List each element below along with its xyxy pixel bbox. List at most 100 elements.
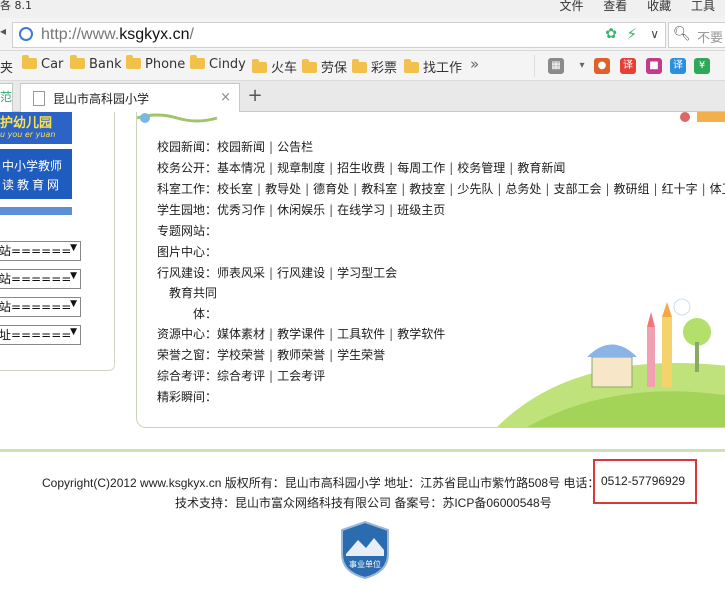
link-select-4[interactable]: 址====== ▼ (0, 325, 81, 345)
url-text[interactable]: http://www.ksgkyx.cn/ (41, 26, 194, 44)
nav-link[interactable]: 教师荣誉 (277, 348, 325, 362)
link-separator: | (269, 203, 274, 217)
toolbar-divider (534, 55, 535, 77)
back-arrow-icon[interactable]: ◂ (0, 24, 10, 44)
nav-link[interactable]: 教学软件 (397, 327, 445, 341)
nav-link[interactable]: 学生荣誉 (337, 348, 385, 362)
bookmark-fav[interactable]: 夹 (0, 57, 13, 76)
kindergarten-banner[interactable]: 护幼儿园 u you er yuan (0, 112, 72, 144)
nav-row-label: 学生园地： (157, 203, 218, 217)
nav-row: 精彩瞬间： (157, 388, 217, 405)
chevron-down-icon[interactable]: ∨ (650, 27, 659, 41)
teacher-education-banner[interactable]: 中小学教师 读教育网 (0, 149, 72, 199)
public-institution-badge[interactable]: 事业单位 (340, 520, 390, 580)
nav-link[interactable]: 基本情况 (217, 161, 265, 175)
page-content: 护幼儿园 u you er yuan 中小学教师 读教育网 站====== ▼ 站… (0, 112, 725, 594)
nav-row: 校务公开：基本情况 | 规章制度 | 招生收费 | 每周工作 | 校务管理 | 教育新闻 (157, 159, 565, 176)
search-icon[interactable]: 🔍︎ (673, 26, 691, 42)
link-separator: | (329, 203, 334, 217)
bookmarks-more-button[interactable]: » (470, 55, 479, 73)
folder-icon (352, 59, 367, 73)
link-select-1[interactable]: 站====== ▼ (0, 241, 81, 261)
nav-link[interactable]: 总务处 (505, 182, 541, 196)
bookmark-train[interactable]: 火车 (252, 57, 297, 76)
nav-link[interactable]: 教育新闻 (517, 161, 565, 175)
menu-item-view[interactable]: 查看 (603, 0, 627, 13)
bookmark-cindy[interactable]: Cindy (190, 55, 246, 72)
folder-icon (22, 55, 37, 69)
search-box[interactable]: 🔍︎ 不要 (668, 22, 725, 48)
nav-link[interactable]: 教技室 (409, 182, 445, 196)
nav-link[interactable]: 支部工会 (553, 182, 601, 196)
menu-items: 文件 查看 收藏 工具 (543, 0, 715, 14)
link-separator: | (653, 182, 658, 196)
nav-link[interactable]: 行风建设 (277, 266, 325, 280)
nav-link[interactable]: 体卫 (710, 182, 725, 196)
nav-link[interactable]: 少先队 (457, 182, 493, 196)
nav-row: 综合考评：综合考评 | 工会考评 (157, 367, 325, 384)
nav-row: 行风建设：师表风采 | 行风建设 | 学习型工会 (157, 264, 397, 281)
menu-item-favorites[interactable]: 收藏 (647, 0, 671, 13)
nav-link[interactable]: 招生收费 (337, 161, 385, 175)
nav-row-label: 荣誉之窗： (157, 348, 218, 362)
extension-green-icon[interactable]: ¥ (694, 58, 710, 74)
link-select-2[interactable]: 站====== ▼ (0, 269, 81, 289)
nav-link[interactable]: 教学课件 (277, 327, 325, 341)
link-separator: | (269, 348, 274, 362)
nav-link[interactable]: 每周工作 (397, 161, 445, 175)
page-icon (33, 91, 45, 106)
search-placeholder: 不要 (697, 31, 724, 46)
link-separator: | (545, 182, 550, 196)
tab-active[interactable]: 昆山市高科园小学 × (20, 83, 240, 113)
link-separator: | (389, 161, 394, 175)
tab-title: 昆山市高科园小学 (53, 92, 150, 106)
nav-link[interactable]: 红十字 (662, 182, 698, 196)
extension-purple-icon[interactable]: ■ (646, 58, 662, 74)
extension-blue-icon[interactable]: 译 (670, 58, 686, 74)
banner-strip[interactable] (0, 207, 72, 215)
extension-translate-icon[interactable]: 译 (620, 58, 636, 74)
link-separator: | (353, 182, 358, 196)
new-tab-button[interactable]: + (244, 86, 266, 106)
bookmark-lottery[interactable]: 彩票 (352, 57, 397, 76)
nav-link[interactable]: 教研组 (614, 182, 650, 196)
nav-link[interactable]: 校务管理 (457, 161, 505, 175)
nav-link[interactable]: 教导处 (265, 182, 301, 196)
bookmark-phone[interactable]: Phone (126, 55, 185, 72)
bookmark-jobs[interactable]: 找工作 (404, 57, 462, 76)
nav-link[interactable]: 学校荣誉 (217, 348, 265, 362)
extension-orange-icon[interactable]: ● (594, 58, 610, 74)
speed-mode-icon[interactable]: ⚡ (626, 25, 637, 43)
nav-link[interactable]: 休闲娱乐 (277, 203, 325, 217)
nav-link[interactable]: 师表风采 (217, 266, 265, 280)
nav-link[interactable]: 工具软件 (337, 327, 385, 341)
nav-link[interactable]: 校园新闻 (217, 140, 265, 154)
nav-link[interactable]: 在线学习 (337, 203, 385, 217)
link-separator: | (329, 266, 334, 280)
apps-grid-icon[interactable]: ▦ (548, 58, 564, 74)
bookmark-bank[interactable]: Bank (70, 55, 122, 72)
nav-link[interactable]: 校长室 (217, 182, 253, 196)
tab-previous[interactable]: 范 (0, 83, 13, 112)
menu-item-tools[interactable]: 工具 (691, 0, 715, 13)
nav-link[interactable]: 综合考评 (217, 369, 265, 383)
close-icon[interactable]: × (220, 90, 231, 105)
nav-link[interactable]: 优秀习作 (217, 203, 265, 217)
nav-link[interactable]: 班级主页 (397, 203, 445, 217)
dropdown-icon[interactable]: ▾ (574, 58, 590, 74)
nav-link[interactable]: 公告栏 (277, 140, 313, 154)
nav-link[interactable]: 学习型工会 (337, 266, 397, 280)
nav-link[interactable]: 德育处 (313, 182, 349, 196)
refresh-icon[interactable]: ✿ (605, 26, 617, 42)
nav-link[interactable]: 教科室 (361, 182, 397, 196)
menu-item-file[interactable]: 文件 (559, 0, 583, 13)
link-select-3[interactable]: 站====== ▼ (0, 297, 81, 317)
nav-link[interactable]: 工会考评 (277, 369, 325, 383)
url-field[interactable]: http://www.ksgkyx.cn/ ✿ ⚡ ∨ (12, 22, 666, 48)
menu-bar: 各 8.1 文件 查看 收藏 工具 (0, 0, 725, 18)
folder-icon (190, 55, 205, 69)
bookmark-car[interactable]: Car (22, 55, 63, 72)
bookmark-labor[interactable]: 劳保 (302, 57, 347, 76)
nav-link[interactable]: 规章制度 (277, 161, 325, 175)
nav-link[interactable]: 媒体素材 (217, 327, 265, 341)
